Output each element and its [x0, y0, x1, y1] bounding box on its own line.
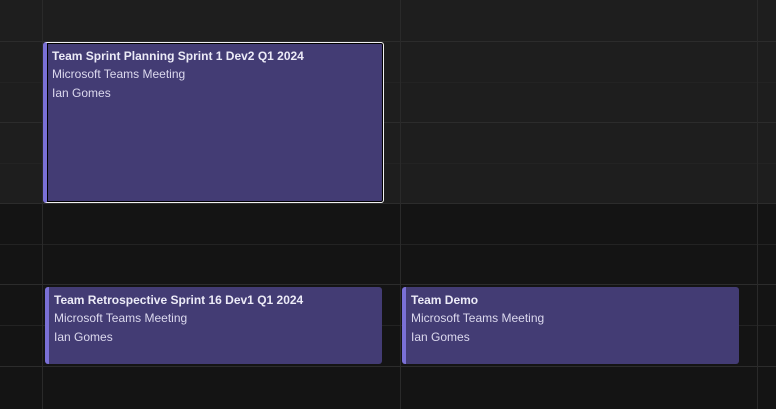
half-hour-gridline	[0, 244, 776, 245]
hour-gridline	[0, 366, 776, 367]
event-title: Team Retrospective Sprint 16 Dev1 Q1 202…	[54, 293, 304, 307]
hour-gridline	[0, 203, 776, 204]
event-location: Microsoft Teams Meeting	[54, 311, 188, 325]
day-column-divider	[757, 0, 758, 409]
event-title: Team Demo	[411, 293, 479, 307]
event-location: Microsoft Teams Meeting	[411, 311, 545, 325]
event-title: Team Sprint Planning Sprint 1 Dev2 Q1 20…	[52, 49, 304, 63]
calendar-event-team-demo[interactable]: Team Demo Microsoft Teams Meeting Ian Go…	[402, 287, 739, 364]
calendar-event-retrospective[interactable]: Team Retrospective Sprint 16 Dev1 Q1 202…	[45, 287, 382, 364]
event-organizer: Ian Gomes	[411, 330, 470, 344]
event-organizer: Ian Gomes	[52, 86, 111, 100]
day-column-divider	[400, 0, 401, 409]
event-location: Microsoft Teams Meeting	[52, 67, 186, 81]
calendar-event-sprint-planning[interactable]: Team Sprint Planning Sprint 1 Dev2 Q1 20…	[43, 42, 384, 203]
hour-gridline	[0, 284, 776, 285]
event-organizer: Ian Gomes	[54, 330, 113, 344]
